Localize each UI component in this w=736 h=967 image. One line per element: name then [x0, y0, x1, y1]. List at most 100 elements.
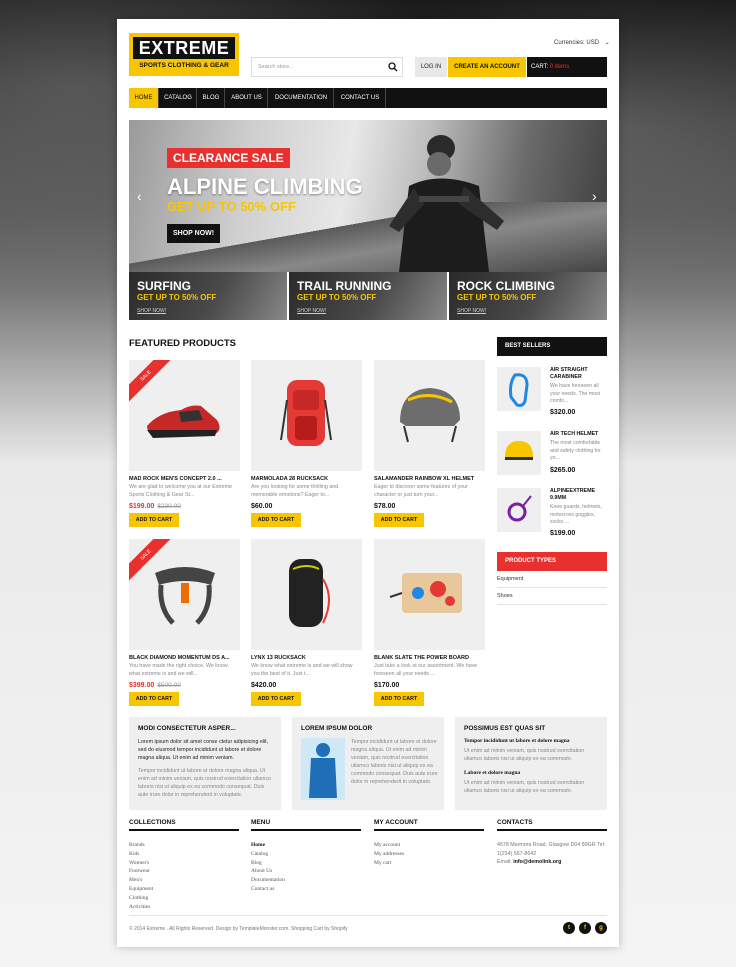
- add-to-cart-button[interactable]: ADD TO CART: [129, 513, 179, 527]
- product-description: Just take a look at our assortment. We h…: [374, 663, 478, 677]
- info-box: POSSIMUS EST QUAS SIT Tempor incididunt …: [455, 717, 607, 810]
- twitter-icon[interactable]: t: [563, 922, 575, 934]
- product-card[interactable]: SALAMANDER RAINBOW XL HELMET Eager to di…: [374, 360, 485, 527]
- logo[interactable]: EXTREME SPORTS CLOTHING & GEAR: [129, 33, 239, 76]
- nav-about-us[interactable]: ABOUT US: [226, 88, 268, 108]
- footer-link[interactable]: Home: [251, 841, 361, 850]
- product-card[interactable]: LYNX 13 RUCKSACK We know what extreme is…: [251, 539, 362, 706]
- next-arrow-icon[interactable]: ›: [592, 188, 597, 204]
- best-seller-item[interactable]: AIR STRAIGHT CARABINER We have foreseen …: [497, 367, 607, 417]
- cart-button[interactable]: CART: 0 items: [527, 57, 607, 77]
- prev-arrow-icon[interactable]: ‹: [137, 188, 142, 204]
- best-seller-item[interactable]: ALPINEEXTREME 9.9MM Knee guards, helmets…: [497, 488, 607, 538]
- footer-link[interactable]: About Us: [251, 867, 361, 876]
- product-image[interactable]: SALE: [129, 360, 240, 471]
- hero-title: ALPINE CLIMBING: [167, 174, 363, 199]
- hero-slider[interactable]: CLEARANCE SALE ALPINE CLIMBING GET UP TO…: [129, 120, 607, 272]
- product-description: We know what extreme is and we will show…: [251, 663, 353, 677]
- nav-contact-us[interactable]: CONTACT US: [335, 88, 386, 108]
- product-image[interactable]: [251, 360, 362, 471]
- footer-link[interactable]: My account: [374, 841, 484, 850]
- product-type-equipment[interactable]: Equipment: [497, 571, 607, 588]
- product-image[interactable]: [374, 360, 485, 471]
- product-type-shoes[interactable]: Shoes: [497, 588, 607, 605]
- best-seller-description: The most comfortable and safety clothing…: [550, 440, 601, 461]
- product-card[interactable]: SALE MAD ROCK MEN'S CONCEPT 2.0 ... We a…: [129, 360, 240, 527]
- product-name[interactable]: BLANK SLATE THE POWER BOARD: [374, 655, 485, 661]
- hangboard-icon: [389, 573, 462, 613]
- best-seller-name[interactable]: ALPINEEXTREME 9.9MM: [550, 488, 607, 501]
- footer-menu: MENU Home Catalog Blog About Us Document…: [251, 819, 361, 894]
- footer-link[interactable]: Kids: [129, 850, 239, 859]
- product-description: We are glad to welcome you at our Extrem…: [129, 484, 232, 498]
- product-price: $78.00: [374, 503, 396, 510]
- rope-icon[interactable]: [497, 488, 541, 532]
- login-button[interactable]: LOG IN: [415, 57, 447, 77]
- logo-text: EXTREME: [133, 37, 235, 59]
- hero-subtitle: GET UP TO 50% OFF: [167, 199, 296, 214]
- nav-catalog[interactable]: CATALOG: [160, 88, 197, 108]
- add-to-cart-button[interactable]: ADD TO CART: [374, 692, 424, 706]
- product-name[interactable]: LYNX 13 RUCKSACK: [251, 655, 362, 661]
- product-price: $60.00: [251, 503, 273, 510]
- footer-link[interactable]: Catalog: [251, 850, 361, 859]
- product-types-title: PRODUCT TYPES: [497, 552, 607, 571]
- banner-link[interactable]: SHOP NOW!: [297, 308, 326, 314]
- best-seller-name[interactable]: AIR TECH HELMET: [550, 431, 607, 438]
- helmet-icon[interactable]: [497, 431, 541, 475]
- footer-link[interactable]: Equipment: [129, 885, 239, 894]
- banner-rock-climbing[interactable]: ROCK CLIMBING GET UP TO 50% OFF SHOP NOW…: [449, 272, 607, 320]
- footer-link[interactable]: Brands: [129, 841, 239, 850]
- search-input[interactable]: Search store...: [251, 57, 403, 77]
- product-name[interactable]: MARMOLADA 28 RUCKSACK: [251, 476, 362, 482]
- carabiner-icon[interactable]: [497, 367, 541, 411]
- footer-link[interactable]: Blog: [251, 859, 361, 868]
- create-account-button[interactable]: CREATE AN ACCOUNT: [448, 57, 526, 77]
- footer-link[interactable]: Documentation: [251, 876, 361, 885]
- best-seller-item[interactable]: AIR TECH HELMET The most comfortable and…: [497, 431, 607, 481]
- footer-link[interactable]: Women's: [129, 859, 239, 868]
- footer-link[interactable]: My addresses: [374, 850, 484, 859]
- nav-home[interactable]: HOME: [129, 88, 159, 108]
- footer-link[interactable]: Footwear: [129, 867, 239, 876]
- product-image[interactable]: [251, 539, 362, 650]
- product-name[interactable]: MAD ROCK MEN'S CONCEPT 2.0 ...: [129, 476, 240, 482]
- contact-address: 4578 Marmora Road, Glasgow D04 89GR Tel:: [497, 842, 606, 848]
- footer-link[interactable]: My cart: [374, 859, 484, 868]
- banner-link[interactable]: SHOP NOW!: [457, 308, 486, 314]
- product-image[interactable]: SALE: [129, 539, 240, 650]
- banner-subtitle: GET UP TO 50% OFF: [457, 293, 537, 302]
- search-icon[interactable]: [388, 62, 398, 72]
- footer-link[interactable]: Men's: [129, 876, 239, 885]
- product-name[interactable]: SALAMANDER RAINBOW XL HELMET: [374, 476, 485, 482]
- product-card[interactable]: SALE BLACK DIAMOND MOMENTUM DS A... You …: [129, 539, 240, 706]
- product-card[interactable]: BLANK SLATE THE POWER BOARD Just take a …: [374, 539, 485, 706]
- footer-link[interactable]: Clothing: [129, 894, 239, 903]
- add-to-cart-button[interactable]: ADD TO CART: [251, 513, 301, 527]
- product-card[interactable]: MARMOLADA 28 RUCKSACK Are you looking fo…: [251, 360, 362, 527]
- add-to-cart-button[interactable]: ADD TO CART: [374, 513, 424, 527]
- banner-trail-running[interactable]: TRAIL RUNNING GET UP TO 50% OFF SHOP NOW…: [289, 272, 447, 320]
- footer-link[interactable]: Contact us: [251, 885, 361, 894]
- add-to-cart-button[interactable]: ADD TO CART: [129, 692, 179, 706]
- google-plus-icon[interactable]: g: [595, 922, 607, 934]
- best-seller-description: We have foreseen all your needs. The mos…: [550, 383, 601, 404]
- facebook-icon[interactable]: f: [579, 922, 591, 934]
- banner-surfing[interactable]: SURFING GET UP TO 50% OFF SHOP NOW!: [129, 272, 287, 320]
- main-nav: HOME CATALOG BLOG ABOUT US DOCUMENTATION…: [129, 88, 607, 108]
- footer-link[interactable]: Activities: [129, 903, 239, 912]
- nav-blog[interactable]: BLOG: [198, 88, 225, 108]
- email-link[interactable]: info@demolink.org: [513, 859, 561, 865]
- nav-documentation[interactable]: DOCUMENTATION: [269, 88, 334, 108]
- logo-tagline: SPORTS CLOTHING & GEAR: [139, 62, 229, 69]
- best-seller-name[interactable]: AIR STRAIGHT CARABINER: [550, 367, 607, 380]
- product-image[interactable]: [374, 539, 485, 650]
- add-to-cart-button[interactable]: ADD TO CART: [251, 692, 301, 706]
- currency-selector[interactable]: Currencies: USD ⌄: [554, 39, 610, 46]
- cart-label: CART:: [531, 64, 549, 70]
- footer-contacts: CONTACTS 4578 Marmora Road, Glasgow D04 …: [497, 819, 607, 867]
- hero-shop-now-button[interactable]: SHOP NOW!: [167, 224, 221, 243]
- banner-link[interactable]: SHOP NOW!: [137, 308, 166, 314]
- product-name[interactable]: BLACK DIAMOND MOMENTUM DS A...: [129, 655, 240, 661]
- info-box-subtitle: Tempor incididunt ut labore et dolore ma…: [464, 738, 570, 744]
